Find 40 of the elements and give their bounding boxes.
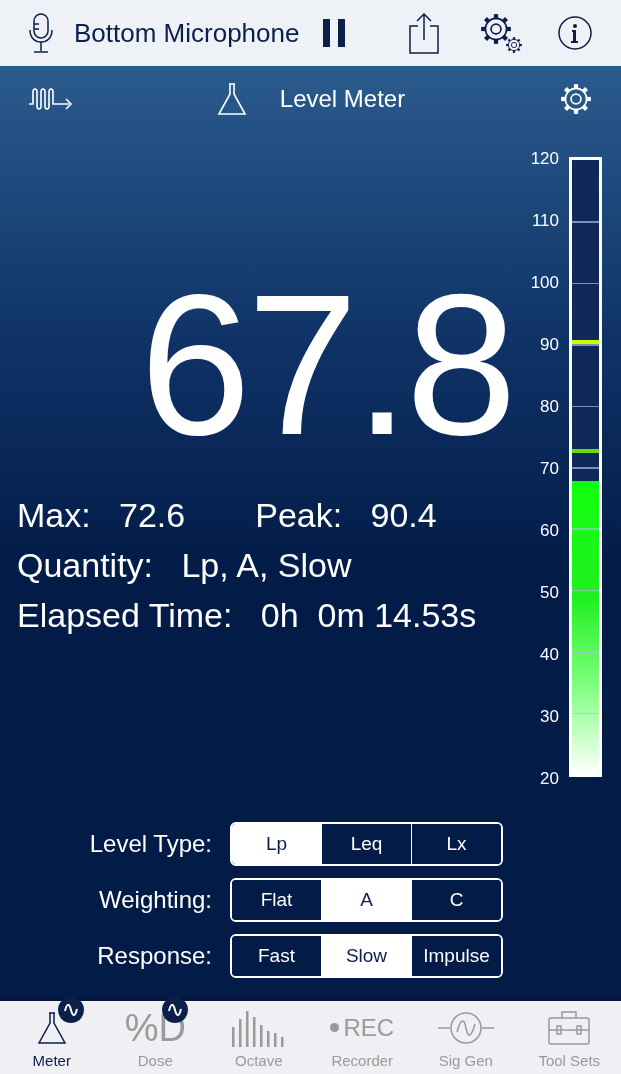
sine-wave-icon — [436, 1010, 495, 1045]
flask-icon — [35, 1010, 68, 1045]
microphone-name[interactable]: Bottom Microphone — [74, 13, 300, 53]
flask-icon — [215, 82, 248, 116]
info-icon[interactable] — [558, 16, 593, 50]
waveform-arrow-icon[interactable] — [28, 86, 74, 112]
control-label: Response: — [96, 941, 213, 971]
microphone-icon[interactable] — [28, 12, 54, 54]
stat-text: Peak: 90.4 — [255, 495, 437, 536]
control-label: Weighting: — [98, 885, 213, 915]
tab-item[interactable]: Meter — [0, 1001, 104, 1074]
segment-option[interactable]: Slow — [321, 936, 411, 976]
gear-icon[interactable] — [479, 12, 514, 46]
quantity-text: Quantity: Lp, A, Slow — [17, 545, 353, 586]
scale-label: 60 — [540, 521, 559, 541]
settings-gears-icon[interactable] — [479, 12, 524, 54]
scale-label: 90 — [540, 335, 559, 355]
scale-label: 50 — [540, 583, 559, 603]
scale-label: 20 — [540, 769, 559, 789]
scale-label: 100 — [530, 273, 559, 293]
level-reading: 67.8 — [139, 280, 514, 450]
stat-text: Max: 72.6 — [17, 495, 186, 536]
scale-label: 120 — [530, 149, 559, 169]
scale-label: 40 — [540, 645, 559, 665]
segment-option[interactable]: Impulse — [411, 936, 501, 976]
control-label: Level Type: — [88, 829, 213, 859]
settings-icon[interactable] — [559, 82, 593, 116]
scale-label: 30 — [540, 707, 559, 727]
small-gear-icon[interactable] — [505, 36, 524, 54]
segment-option[interactable]: C — [411, 880, 501, 920]
scale-label: 80 — [540, 397, 559, 417]
segment-option[interactable]: Lp — [232, 824, 321, 864]
elapsed-time-text: Elapsed Time: 0h 0m 14.53s — [17, 595, 478, 636]
share-icon[interactable] — [409, 12, 440, 54]
screen-title: Level Meter — [279, 84, 406, 114]
scale-label: 70 — [540, 459, 559, 479]
scale-label: 110 — [531, 211, 559, 231]
toolbox-icon — [547, 1009, 592, 1046]
segment-option[interactable]: Lx — [411, 824, 501, 864]
segment-option[interactable]: A — [321, 880, 411, 920]
